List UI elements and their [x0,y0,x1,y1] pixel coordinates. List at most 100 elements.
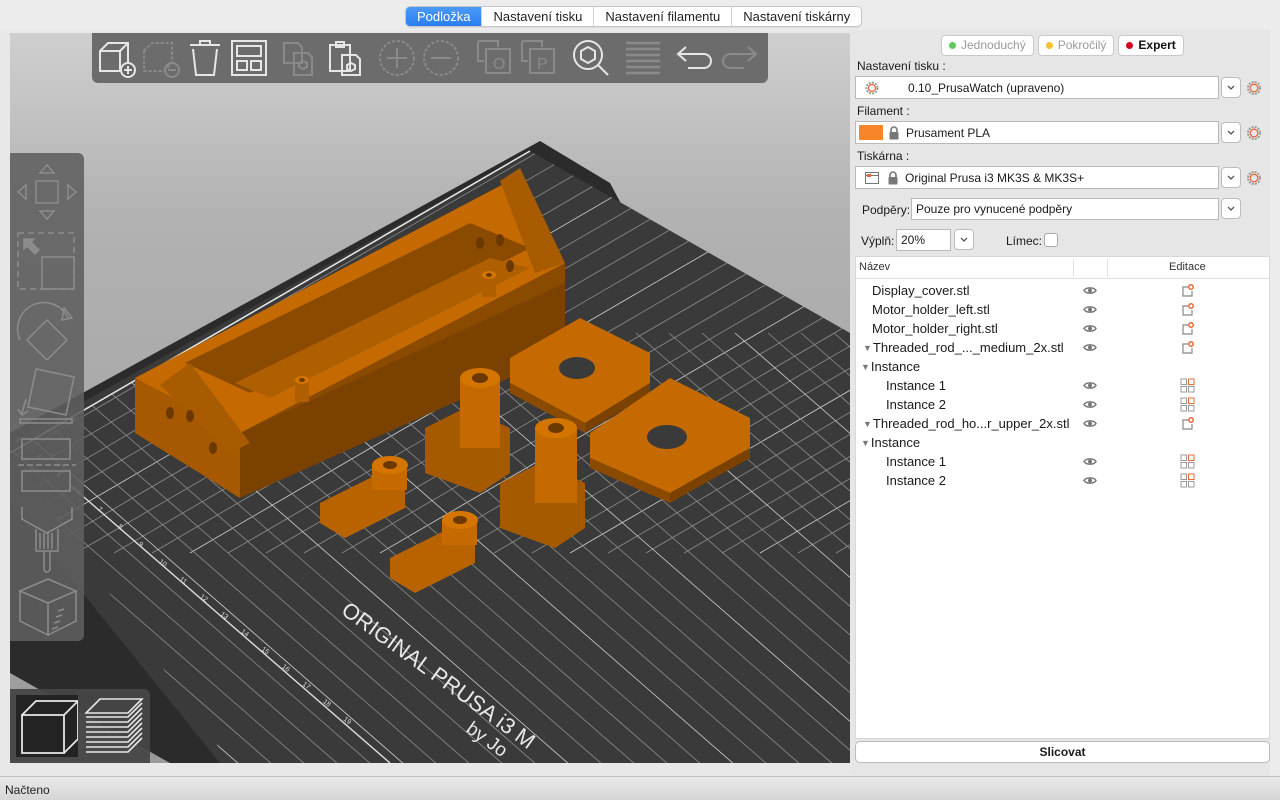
scale-button[interactable] [14,229,80,291]
add-instance-icon [379,40,415,76]
eye-icon[interactable] [1083,304,1097,315]
row-name: ▼Threaded_rod_..._medium_2x.stl [863,338,1064,359]
infill-dropdown[interactable] [954,229,974,250]
undo-button[interactable] [674,37,716,79]
expand-triangle-icon[interactable]: ▼ [863,343,872,353]
object-row[interactable]: Display_cover.stl [856,281,1269,300]
eye-icon[interactable] [1083,342,1097,353]
instance-row[interactable]: Instance 2 [856,395,1269,414]
remove-instance-button[interactable] [420,37,462,79]
instance-grid-icon[interactable] [1180,378,1195,393]
instance-group-row[interactable]: ▼Instance [856,433,1269,452]
yellow-dot-icon [1045,42,1053,49]
mode-expert-button[interactable]: Expert [1118,35,1184,56]
row-name: ▼Instance [861,433,920,454]
instance-grid-icon[interactable] [1180,473,1195,488]
object-settings-icon[interactable] [1180,340,1195,355]
object-settings-icon[interactable] [1180,283,1195,298]
left-toolbar [10,153,84,641]
add-button[interactable] [96,37,138,79]
layers-editing-button[interactable] [622,37,664,79]
instance-grid-icon[interactable] [1180,397,1195,412]
3d-view-button[interactable] [16,695,79,757]
eye-icon[interactable] [1083,456,1097,467]
instance-group-row[interactable]: ▼Instance [856,357,1269,376]
printer-combo[interactable]: Original Prusa i3 MK3S & MK3S+ [855,166,1219,189]
object-list-rows: Display_cover.stl Motor_holder_left.stl Mo… [856,279,1269,490]
tab-filament-settings[interactable]: Nastavení filamentu [594,7,733,26]
delete-all-button[interactable] [184,37,226,79]
print-settings-combo[interactable]: 0.10_PrusaWatch (upraveno) [855,76,1219,99]
mode-selector: Jednoduchý Pokročilý Expert [941,35,1184,56]
eye-icon[interactable] [1083,285,1097,296]
column-divider [1107,259,1108,277]
slice-button[interactable]: Slicovat [855,741,1270,763]
object-settings-icon[interactable] [1180,302,1195,317]
copy-button[interactable] [278,37,320,79]
eye-icon[interactable] [1083,475,1097,486]
row-name: Motor_holder_right.stl [872,319,998,338]
preview-button[interactable] [82,695,144,757]
split-objects-button[interactable]: O [474,37,516,79]
mode-advanced-button[interactable]: Pokročilý [1037,35,1115,56]
add-instance-button[interactable] [376,37,418,79]
expand-triangle-icon[interactable]: ▼ [863,419,872,429]
instance-grid-icon[interactable] [1180,454,1195,469]
delete-icon [143,42,180,78]
eye-icon[interactable] [1083,418,1097,429]
print-settings-dropdown[interactable] [1221,77,1241,98]
filament-combo[interactable]: Prusament PLA [855,121,1219,144]
rotate-button[interactable] [14,298,80,362]
tab-printer-settings[interactable]: Nastavení tiskárny [732,7,861,26]
redo-button[interactable] [718,37,760,79]
printer-dropdown[interactable] [1221,167,1241,188]
delete-button[interactable] [140,37,182,79]
place-on-face-button[interactable] [14,365,80,425]
supports-dropdown[interactable] [1221,198,1241,219]
filament-edit-button[interactable] [1246,125,1262,141]
instance-row[interactable]: Instance 1 [856,376,1269,395]
supports-combo[interactable]: Pouze pro vynucené podpěry [911,198,1219,220]
filament-dropdown[interactable] [1221,122,1241,143]
arrange-button[interactable] [228,37,270,79]
expand-triangle-icon[interactable]: ▼ [861,362,870,372]
expand-triangle-icon[interactable]: ▼ [861,438,870,448]
object-settings-icon[interactable] [1180,321,1195,336]
sidebar-scrollbar[interactable] [1270,30,1280,775]
split-objects-icon: O [477,40,511,74]
row-name: Instance 1 [886,452,946,471]
object-settings-icon[interactable] [1180,416,1195,431]
tab-plater[interactable]: Podložka [406,7,483,26]
search-button[interactable] [570,37,612,79]
printer-edit-button[interactable] [1246,170,1262,186]
mode-simple-button[interactable]: Jednoduchý [941,35,1034,56]
instance-row[interactable]: Instance 2 [856,471,1269,490]
eye-icon[interactable] [1083,399,1097,410]
eye-icon[interactable] [1083,380,1097,391]
paste-button[interactable] [324,37,366,79]
move-button[interactable] [14,161,80,223]
infill-input[interactable]: 20% [896,229,951,251]
row-label: Display_cover.stl [872,283,970,298]
split-parts-button[interactable]: P [518,37,560,79]
instance-row[interactable]: Instance 1 [856,452,1269,471]
3d-scene-canvas[interactable]: ORIGINAL PRUSA i3 M by Jo 34567891011121… [10,33,850,763]
column-header-name[interactable]: Název [859,261,890,273]
cut-button[interactable] [14,435,80,495]
measure-button[interactable] [14,577,80,637]
object-row[interactable]: Motor_holder_left.stl [856,300,1269,319]
object-row[interactable]: Motor_holder_right.stl [856,319,1269,338]
place-on-face-icon [17,368,75,424]
print-settings-edit-button[interactable] [1246,80,1262,96]
row-name: Instance 1 [886,376,946,395]
row-label: Instance 1 [886,454,946,469]
object-row[interactable]: ▼Threaded_rod_..._medium_2x.stl [856,338,1269,357]
paint-supports-button[interactable] [14,503,80,575]
brim-checkbox[interactable] [1044,233,1058,247]
object-row[interactable]: ▼Threaded_rod_ho...r_upper_2x.stl [856,414,1269,433]
eye-icon[interactable] [1083,323,1097,334]
lock-icon [887,170,899,185]
copy-icon [283,42,313,76]
column-header-edit[interactable]: Editace [1169,261,1206,273]
tab-print-settings[interactable]: Nastavení tisku [482,7,595,26]
